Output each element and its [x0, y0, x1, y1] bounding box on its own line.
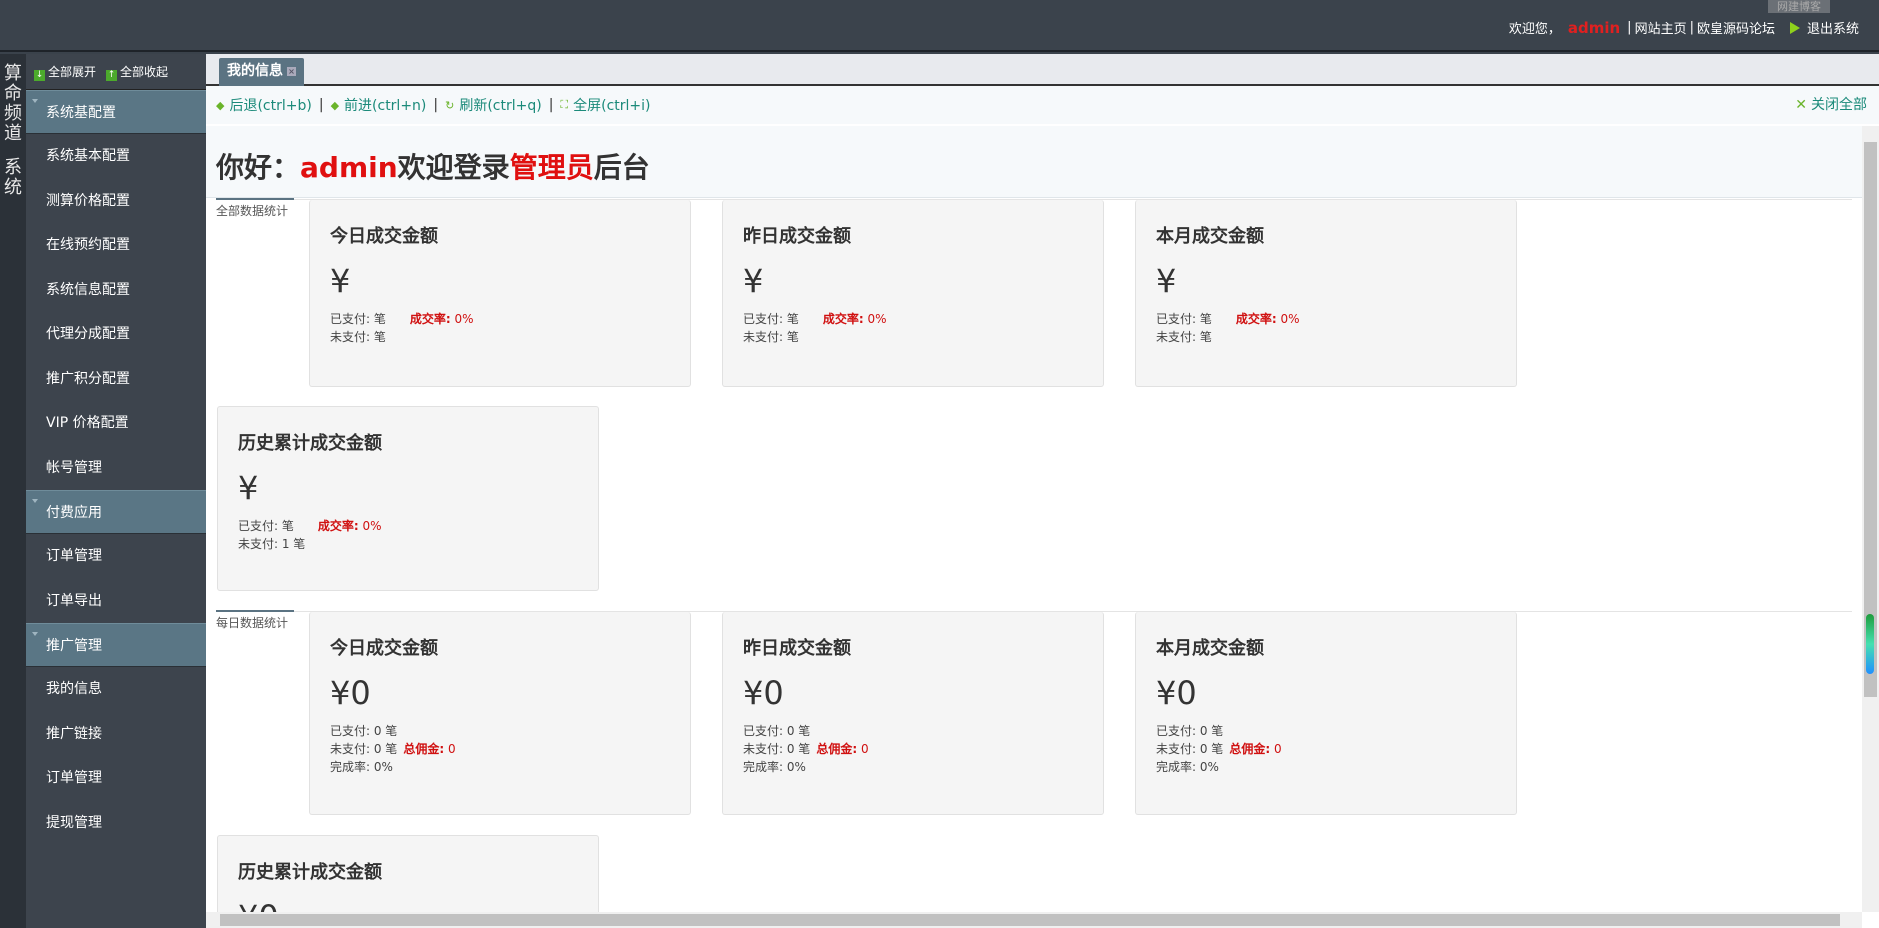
- logout-link[interactable]: 退出系统: [1807, 18, 1859, 37]
- sidebar-item[interactable]: 提现管理: [26, 801, 206, 846]
- expand-all-button[interactable]: ↓ 全部展开: [34, 63, 96, 81]
- sidebar: ↓ 全部展开 ↑ 全部收起 系统基配置 系统基本配置 测算价格配置 在线预约配置 系…: [26, 54, 206, 928]
- section-label-daily: 每日数据统计: [216, 610, 294, 631]
- close-all-button[interactable]: ✕ 关闭全部: [1795, 94, 1867, 114]
- vertical-scrollbar[interactable]: [1862, 126, 1879, 912]
- system-tab[interactable]: 系统: [4, 158, 22, 198]
- stat-card: 今日成交金额 ¥0 已支付: 0 笔 未支付: 0 笔总佣金: 0 完成率: 0%: [309, 612, 691, 815]
- sidebar-tools: ↓ 全部展开 ↑ 全部收起: [26, 54, 206, 90]
- stat-card: 历史累计成交金额¥0: [217, 835, 599, 912]
- back-arrow-icon: ◆: [216, 98, 225, 112]
- section-label-all: 全部数据统计: [216, 198, 294, 219]
- stat-card: 昨日成交金额 ¥ 已支付: 笔成交率: 0% 未支付: 笔: [722, 200, 1104, 387]
- sidebar-item[interactable]: 在线预约配置: [26, 223, 206, 268]
- sidebar-item[interactable]: 推广积分配置: [26, 357, 206, 402]
- sidebar-item[interactable]: VIP 价格配置: [26, 401, 206, 446]
- blog-button[interactable]: 网建博客: [1768, 0, 1830, 13]
- forward-button[interactable]: ◆ 前进(ctrl+n): [331, 95, 427, 115]
- close-icon: ✕: [1795, 97, 1807, 113]
- sidebar-item[interactable]: 订单管理: [26, 756, 206, 801]
- sidebar-item[interactable]: 推广链接: [26, 712, 206, 757]
- scroll-indicator: [1866, 614, 1874, 674]
- sidebar-group-promotion[interactable]: 推广管理: [26, 623, 206, 667]
- fullscreen-label: 全屏(ctrl+i): [573, 98, 651, 114]
- logout-arrow-icon: [1789, 21, 1800, 34]
- refresh-icon: ↻: [445, 98, 455, 112]
- back-button[interactable]: ◆ 后退(ctrl+b): [216, 95, 312, 115]
- content-area: 你好：admin欢迎登录管理员后台 全部数据统计 今日成交金额 ¥ 已支付: 笔成…: [206, 126, 1862, 912]
- fullscreen-icon: ⛶: [560, 98, 569, 111]
- channel-strip: 算命频道 系统: [0, 54, 26, 928]
- back-label: 后退(ctrl+b): [229, 98, 312, 114]
- sidebar-item[interactable]: 订单导出: [26, 579, 206, 624]
- top-bar: 网建博客 欢迎您， admin | 网站主页 | 欧皇源码论坛 退出系统: [0, 0, 1879, 52]
- fullscreen-button[interactable]: ⛶ 全屏(ctrl+i): [560, 95, 650, 115]
- close-tab-icon[interactable]: ×: [287, 67, 296, 76]
- sidebar-item[interactable]: 订单管理: [26, 534, 206, 579]
- refresh-label: 刷新(ctrl+q): [459, 98, 542, 114]
- expand-icon: ↓: [34, 69, 45, 81]
- sidebar-item[interactable]: 帐号管理: [26, 446, 206, 491]
- stat-card: 昨日成交金额 ¥0 已支付: 0 笔 未支付: 0 笔总佣金: 0 完成率: 0%: [722, 612, 1104, 815]
- stat-card: 本月成交金额 ¥0 已支付: 0 笔 未支付: 0 笔总佣金: 0 完成率: 0%: [1135, 612, 1517, 815]
- main-panel: 我的信息 × ◆ 后退(ctrl+b) | ◆ 前进(ctrl+n) | ↻ 刷新(ct…: [206, 54, 1879, 928]
- tab-label: 我的信息: [227, 63, 283, 79]
- top-links: 欢迎您， admin | 网站主页 | 欧皇源码论坛 退出系统: [1508, 18, 1859, 38]
- close-all-label: 关闭全部: [1811, 97, 1867, 113]
- sidebar-group-system-config[interactable]: 系统基配置: [26, 90, 206, 134]
- toolbar: ◆ 后退(ctrl+b) | ◆ 前进(ctrl+n) | ↻ 刷新(ctrl+q) …: [206, 86, 1879, 124]
- forward-label: 前进(ctrl+n): [344, 98, 427, 114]
- welcome-text: 欢迎您，: [1508, 22, 1561, 37]
- channel-tab[interactable]: 算命频道: [4, 64, 22, 144]
- tab-my-info[interactable]: 我的信息 ×: [219, 58, 304, 86]
- refresh-button[interactable]: ↻ 刷新(ctrl+q): [445, 95, 542, 115]
- sidebar-group-paid-apps[interactable]: 付费应用: [26, 490, 206, 534]
- username: admin: [1567, 18, 1621, 37]
- collapse-all-label: 全部收起: [120, 64, 169, 79]
- collapse-all-button[interactable]: ↑ 全部收起: [106, 63, 168, 81]
- sidebar-item[interactable]: 代理分成配置: [26, 312, 206, 357]
- forward-arrow-icon: ◆: [330, 98, 340, 112]
- sidebar-item[interactable]: 系统信息配置: [26, 268, 206, 313]
- sidebar-item[interactable]: 测算价格配置: [26, 179, 206, 224]
- expand-all-label: 全部展开: [48, 64, 97, 79]
- stat-card: 历史累计成交金额 ¥ 已支付: 笔成交率: 0% 未支付: 1 笔: [217, 406, 599, 591]
- stat-card: 本月成交金额 ¥ 已支付: 笔成交率: 0% 未支付: 笔: [1135, 200, 1517, 387]
- stat-card: 今日成交金额 ¥ 已支付: 笔成交率: 0% 未支付: 笔: [309, 200, 691, 387]
- greeting-heading: 你好：admin欢迎登录管理员后台: [206, 126, 1862, 198]
- collapse-icon: ↑: [106, 69, 118, 81]
- site-home-link[interactable]: 网站主页: [1635, 18, 1687, 37]
- sidebar-item[interactable]: 我的信息: [26, 667, 206, 712]
- horizontal-scrollbar[interactable]: [206, 912, 1862, 928]
- sidebar-item[interactable]: 系统基本配置: [26, 134, 206, 179]
- scroll-thumb[interactable]: [220, 914, 1840, 926]
- tab-bar: 我的信息 ×: [206, 54, 1879, 86]
- forum-link[interactable]: 欧皇源码论坛: [1697, 18, 1775, 37]
